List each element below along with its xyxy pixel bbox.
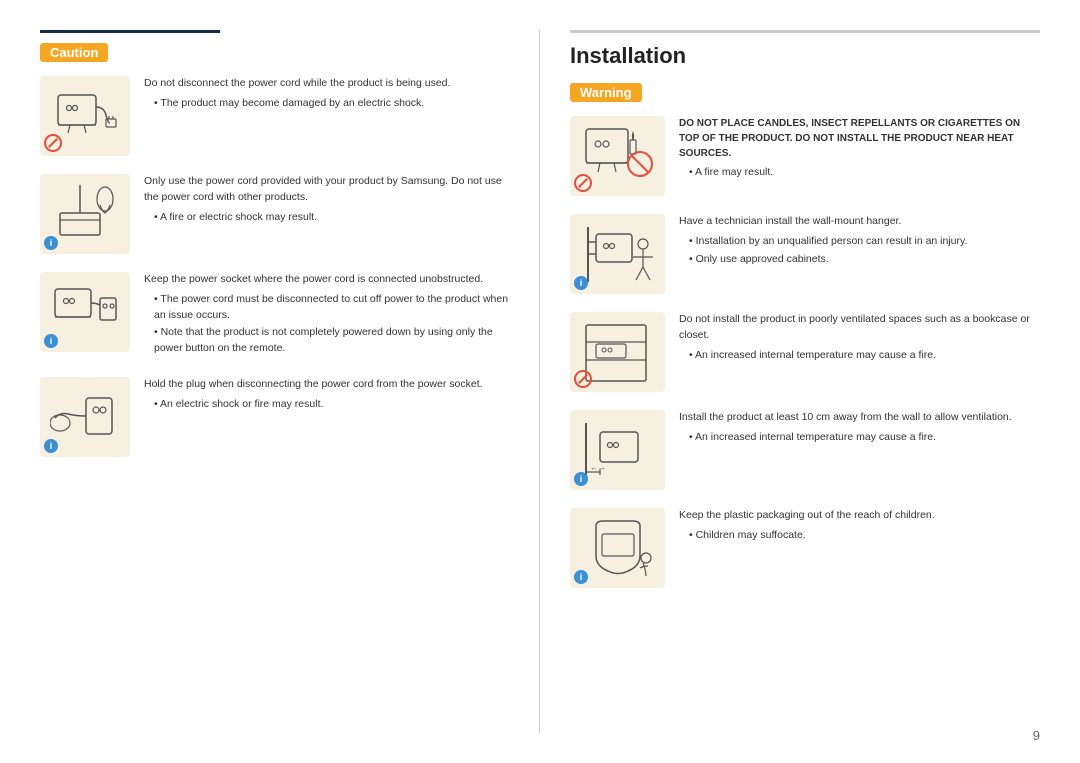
install-item-2: i Have a technician install the wall-mou… [570, 214, 1040, 294]
install-icon-4: ←→ [578, 418, 658, 483]
caution-text-4: Hold the plug when disconnecting the pow… [144, 377, 509, 415]
caution-icon-1 [50, 87, 120, 145]
svg-text:←→: ←→ [590, 463, 606, 472]
caution-icon-4 [50, 388, 120, 446]
caution-text-1: Do not disconnect the power cord while t… [144, 76, 509, 114]
caution-text-2: Only use the power cord provided with yo… [144, 174, 509, 227]
install-text-4: Install the product at least 10 cm away … [679, 410, 1040, 448]
install-item-5: i Keep the plastic packaging out of the … [570, 508, 1040, 588]
install-item-1: DO NOT PLACE CANDLES, INSECT REPELLANTS … [570, 116, 1040, 196]
top-line-right [570, 30, 1040, 33]
caution-image-2: i [40, 174, 130, 254]
install-image-2: i [570, 214, 665, 294]
installation-title: Installation [570, 43, 1040, 69]
install-icon-2 [578, 222, 658, 287]
install-image-4: ←→ i [570, 410, 665, 490]
caution-image-1 [40, 76, 130, 156]
install-text-1: DO NOT PLACE CANDLES, INSECT REPELLANTS … [679, 116, 1040, 183]
caution-icon-3 [50, 283, 120, 341]
info-indicator-3: i [44, 334, 58, 348]
caution-text-3: Keep the power socket where the power co… [144, 272, 509, 359]
page-number: 9 [1033, 728, 1040, 743]
left-column: Caution [40, 30, 540, 733]
info-indicator-i4: i [574, 472, 588, 486]
no-indicator-i1 [574, 174, 592, 192]
install-item-4: ←→ i Install the product at least 10 cm … [570, 410, 1040, 490]
info-indicator-4: i [44, 439, 58, 453]
no-indicator-i3 [574, 370, 592, 388]
caution-icon-2 [50, 185, 120, 243]
warning-badge: Warning [570, 83, 642, 102]
caution-item-3: i Keep the power socket where the power … [40, 272, 509, 359]
caution-item-2: i Only use the power cord provided with … [40, 174, 509, 254]
caution-image-4: i [40, 377, 130, 457]
no-indicator-1 [44, 134, 62, 152]
info-indicator-i5: i [574, 570, 588, 584]
install-image-1 [570, 116, 665, 196]
info-indicator-i2: i [574, 276, 588, 290]
top-line-left [40, 30, 220, 33]
info-indicator-2: i [44, 236, 58, 250]
install-text-3: Do not install the product in poorly ven… [679, 312, 1040, 365]
right-column: Installation Warning [540, 30, 1040, 733]
caution-image-3: i [40, 272, 130, 352]
install-icon-5 [578, 516, 658, 581]
install-text-2: Have a technician install the wall-mount… [679, 214, 1040, 269]
page-container: Caution [0, 0, 1080, 763]
caution-item-4: i Hold the plug when disconnecting the p… [40, 377, 509, 457]
install-text-5: Keep the plastic packaging out of the re… [679, 508, 1040, 546]
install-item-3: Do not install the product in poorly ven… [570, 312, 1040, 392]
caution-item-1: Do not disconnect the power cord while t… [40, 76, 509, 156]
caution-badge: Caution [40, 43, 108, 62]
install-image-3 [570, 312, 665, 392]
install-image-5: i [570, 508, 665, 588]
